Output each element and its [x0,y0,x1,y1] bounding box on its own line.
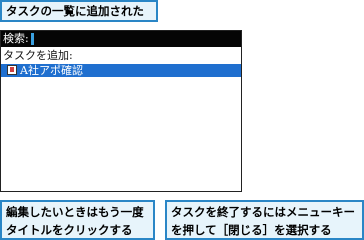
task-list-item[interactable]: A社アポ確認 [1,64,241,77]
text-cursor [31,33,34,45]
add-task-item[interactable]: タスクを追加: [3,49,73,62]
task-title: A社アポ確認 [20,64,83,77]
callout-close-hint: タスクを終了するにはメニューキー を押して［閉じる］を選択する [165,200,364,240]
search-bar[interactable]: 検索: [1,31,241,47]
task-note-icon [7,65,17,75]
search-label: 検索: [3,32,29,45]
callout-task-added: タスクの一覧に追加された [0,0,158,22]
callout-edit-hint: 編集したいときはもう一度 タイトルをクリックする [0,200,155,240]
task-list-screen: 検索: タスクを追加: A社アポ確認 [0,30,242,192]
